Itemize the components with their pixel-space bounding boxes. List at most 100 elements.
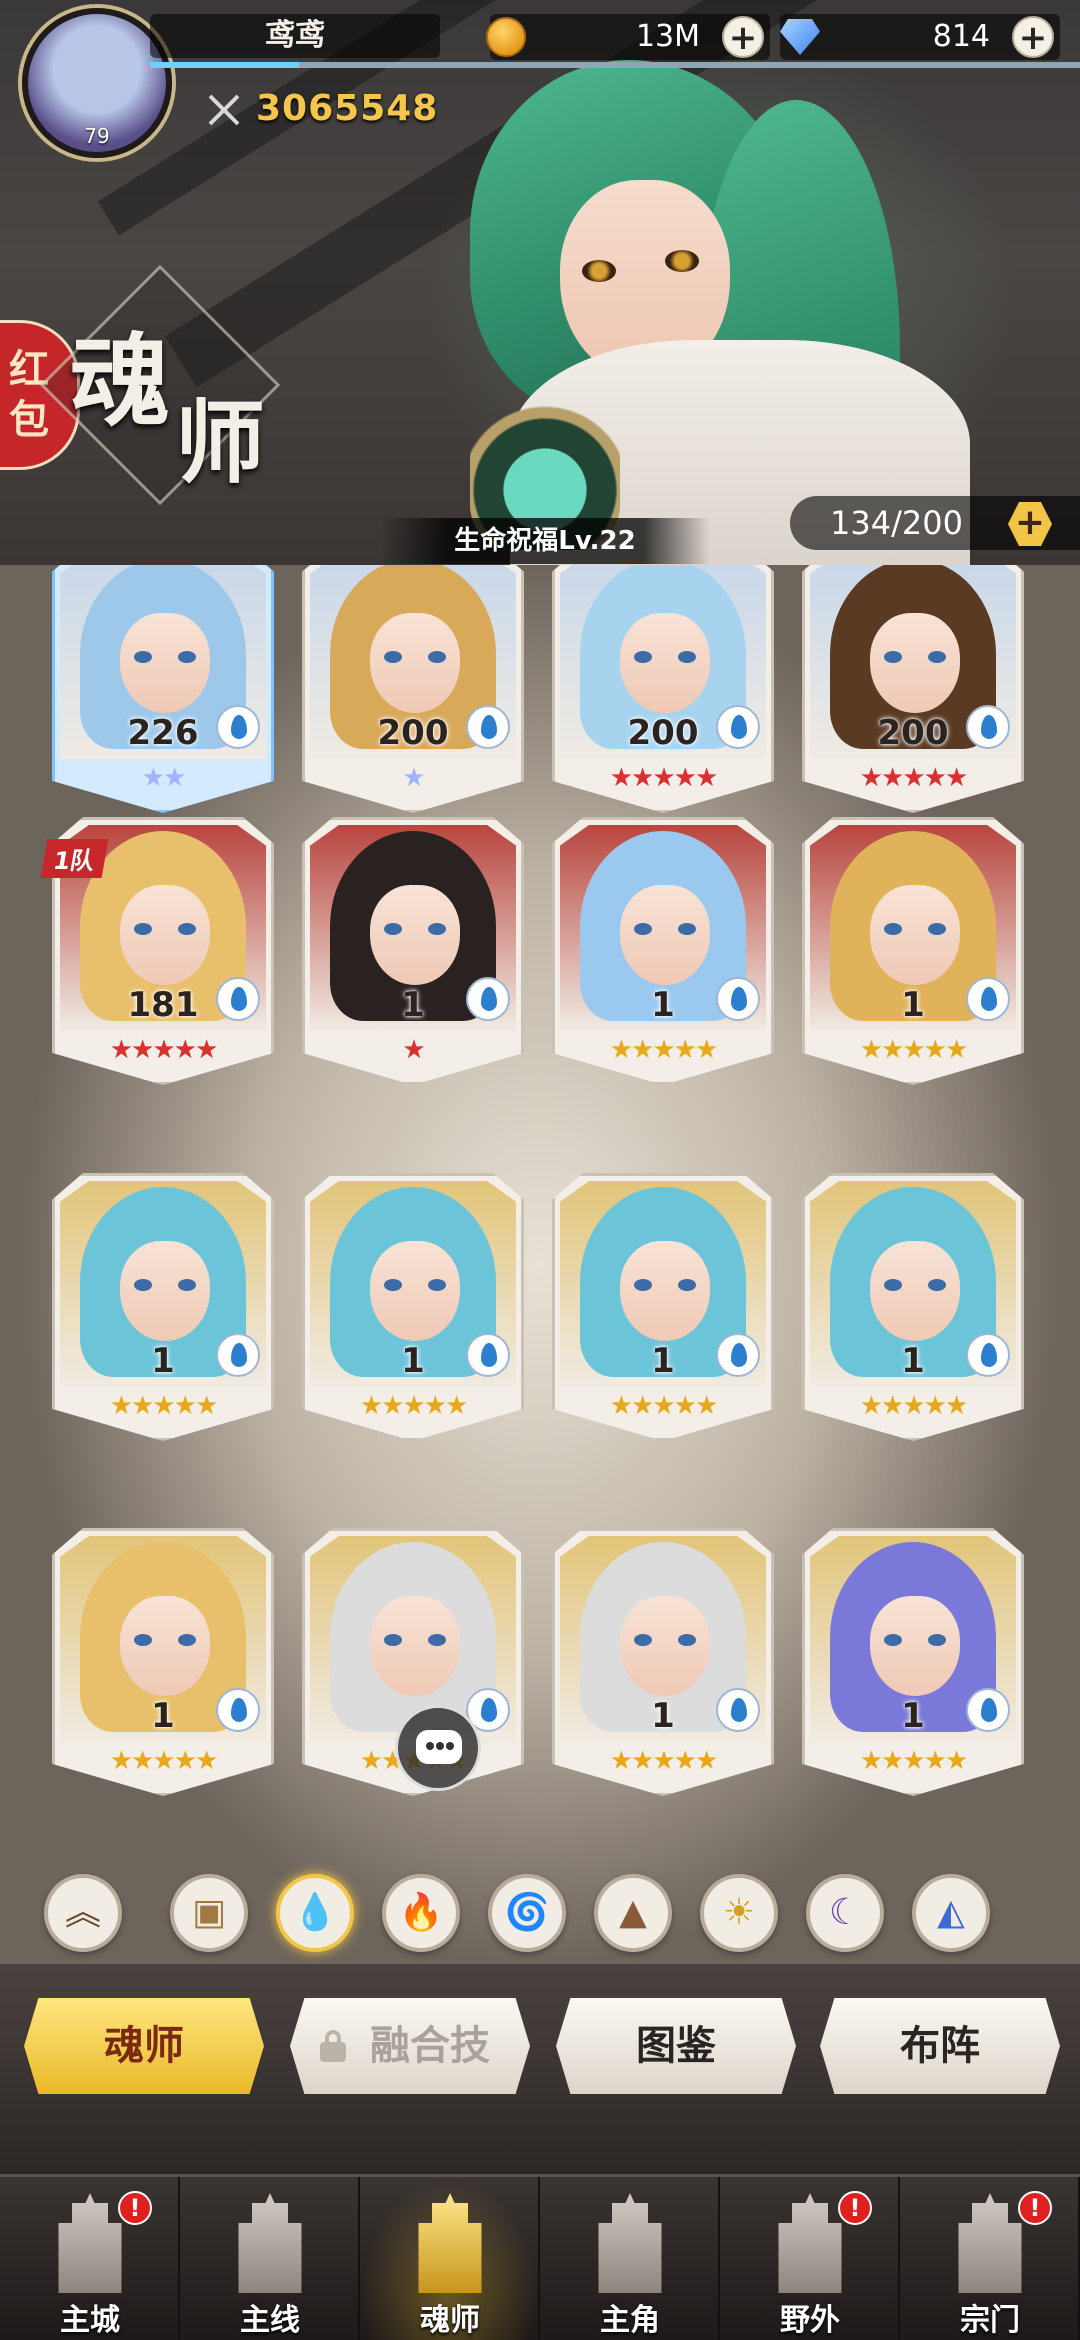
tab-fusion-skill[interactable]: 融合技 — [290, 1998, 530, 2094]
water-element-icon — [966, 705, 1010, 749]
nav-item-1[interactable]: 主线 — [180, 2177, 360, 2340]
hero-card[interactable]: 200 ★★★★★ — [802, 565, 1024, 813]
star-rating: ★★★★★ — [109, 1746, 219, 1776]
gold-coin-icon — [486, 17, 526, 57]
water-element-icon — [216, 705, 260, 749]
lock-icon — [316, 2028, 350, 2062]
bottom-navigation: 主城! 主线 魂师 主角 野外! 宗门! — [0, 2174, 1080, 2340]
expand-capacity-button[interactable]: + — [1008, 502, 1052, 546]
nav-item-0[interactable]: 主城! — [0, 2177, 180, 2340]
hero-card[interactable]: 200 ★★★★★ — [552, 565, 774, 813]
soul-master-grid[interactable]: 226 ★★ 200 ★ 200 ★★★★★ 200 ★★★★★ 181 ★★★★★ 1队 1 ★ 1 ★★… — [0, 565, 1080, 1965]
hero-card[interactable]: 181 ★★★★★ 1队 — [40, 817, 274, 1085]
hero-card[interactable]: 1 ★★★★★ — [802, 817, 1024, 1085]
roster-capacity: 134/200 + — [790, 496, 1080, 550]
red-packet-label: 红包 — [9, 347, 49, 443]
wind-filter[interactable]: 🌀 — [488, 1874, 566, 1952]
dark-filter[interactable]: ☾ — [806, 1874, 884, 1952]
star-rating: ★ — [402, 763, 425, 793]
hero-card[interactable]: 1 ★ — [302, 817, 524, 1085]
earth-filter[interactable]: ▲ — [594, 1874, 672, 1952]
add-diamond-button[interactable]: + — [1012, 16, 1054, 58]
hero-card[interactable]: 1 ★★★★★ — [802, 1173, 1024, 1441]
life-blessing-label[interactable]: 生命祝福Lv.22 — [380, 518, 710, 564]
combat-power-icon — [208, 94, 240, 126]
combat-power-value: 3065548 — [256, 88, 439, 129]
hero-card[interactable]: 1 ★★★★★ — [552, 1173, 774, 1441]
nav-label: 主城 — [60, 2303, 120, 2338]
add-gold-button[interactable]: + — [722, 16, 764, 58]
star-rating: ★★★★★ — [109, 1035, 219, 1065]
star-rating: ★★★★★ — [859, 763, 969, 793]
all-filter[interactable]: ▣ — [170, 1874, 248, 1952]
hero-icon — [598, 2193, 662, 2293]
nav-label: 主角 — [600, 2303, 660, 2338]
triangle-icon: ◭ — [937, 1892, 965, 1933]
hero-card[interactable]: 226 ★★ — [52, 565, 274, 813]
sun-icon: ☀ — [722, 1892, 756, 1933]
notification-badge: ! — [118, 2191, 152, 2225]
light-filter[interactable]: ☀ — [700, 1874, 778, 1952]
nav-item-3[interactable]: 主角 — [540, 2177, 720, 2340]
tab-collection[interactable]: 图鉴 — [556, 1998, 796, 2094]
tab-soul-master[interactable]: 魂师 — [24, 1998, 264, 2094]
water-drop-icon: 💧 — [292, 1892, 338, 1933]
water-filter[interactable]: 💧 — [276, 1874, 354, 1952]
page-title-char: 魂 — [70, 322, 170, 440]
hero-card[interactable]: 1 ★★★★★ — [552, 1528, 774, 1796]
star-rating: ★★★★★ — [609, 1746, 719, 1776]
tab-label: 魂师 — [104, 2022, 184, 2069]
star-rating: ★★★★★ — [609, 1391, 719, 1421]
soul-master-icon — [418, 2193, 482, 2293]
star-rating: ★★★★★ — [109, 1391, 219, 1421]
character-eye — [582, 260, 616, 282]
hero-card[interactable]: 1 ★★★★★ — [552, 817, 774, 1085]
chat-bubble-icon[interactable] — [395, 1705, 481, 1791]
notification-badge: ! — [1018, 2191, 1052, 2225]
water-element-icon — [466, 977, 510, 1021]
element-filter-bar: ︽ ▣ 💧 🔥 🌀 ▲ ☀ ☾ ◭ — [0, 1874, 1080, 1964]
star-rating: ★★★★★ — [609, 763, 719, 793]
player-name-bar: 鸢鸢 — [150, 14, 440, 58]
character-eye — [665, 250, 699, 272]
player-name: 鸢鸢 — [265, 18, 325, 53]
tab-formation[interactable]: 布阵 — [820, 1998, 1060, 2094]
diamond-counter: 814 + — [780, 14, 1060, 60]
chevrons-up-icon: ︽ — [64, 1892, 102, 1933]
star-rating: ★★★★★ — [359, 1391, 469, 1421]
water-element-icon — [966, 1333, 1010, 1377]
nav-label: 主线 — [240, 2303, 300, 2338]
fire-icon: 🔥 — [398, 1892, 444, 1933]
water-element-icon — [716, 977, 760, 1021]
diamond-icon — [780, 19, 820, 55]
water-element-icon — [466, 705, 510, 749]
nav-item-2[interactable]: 魂师 — [360, 2177, 540, 2340]
capacity-value: 134/200 — [830, 504, 963, 542]
moon-icon: ☾ — [828, 1892, 862, 1933]
water-element-icon — [466, 1333, 510, 1377]
water-element-icon — [966, 977, 1010, 1021]
hero-card[interactable]: 1 ★★★★★ — [302, 1173, 524, 1441]
star-rating: ★★★★★ — [859, 1746, 969, 1776]
star-rating: ★★ — [141, 763, 187, 793]
mainline-icon — [238, 2193, 302, 2293]
hero-card[interactable]: 200 ★ — [302, 565, 524, 813]
rank-filter[interactable]: ︽ — [44, 1874, 122, 1952]
nav-item-4[interactable]: 野外! — [720, 2177, 900, 2340]
gold-value: 13M — [635, 19, 700, 54]
nav-item-5[interactable]: 宗门! — [900, 2177, 1080, 2340]
notification-badge: ! — [838, 2191, 872, 2225]
hero-card[interactable]: 1 ★★★★★ — [802, 1528, 1024, 1796]
star-rating: ★★★★★ — [859, 1391, 969, 1421]
tab-label: 融合技 — [370, 2022, 490, 2069]
fire-filter[interactable]: 🔥 — [382, 1874, 460, 1952]
hero-card[interactable]: 1 ★★★★★ — [52, 1528, 274, 1796]
nav-label: 野外 — [780, 2303, 840, 2338]
water-element-icon — [966, 1688, 1010, 1732]
water-element-icon — [716, 1333, 760, 1377]
water-element-icon — [716, 1688, 760, 1732]
hero-card[interactable]: 1 ★★★★★ — [52, 1173, 274, 1441]
nav-label: 宗门 — [960, 2303, 1020, 2338]
special-filter[interactable]: ◭ — [912, 1874, 990, 1952]
star-rating: ★★★★★ — [859, 1035, 969, 1065]
